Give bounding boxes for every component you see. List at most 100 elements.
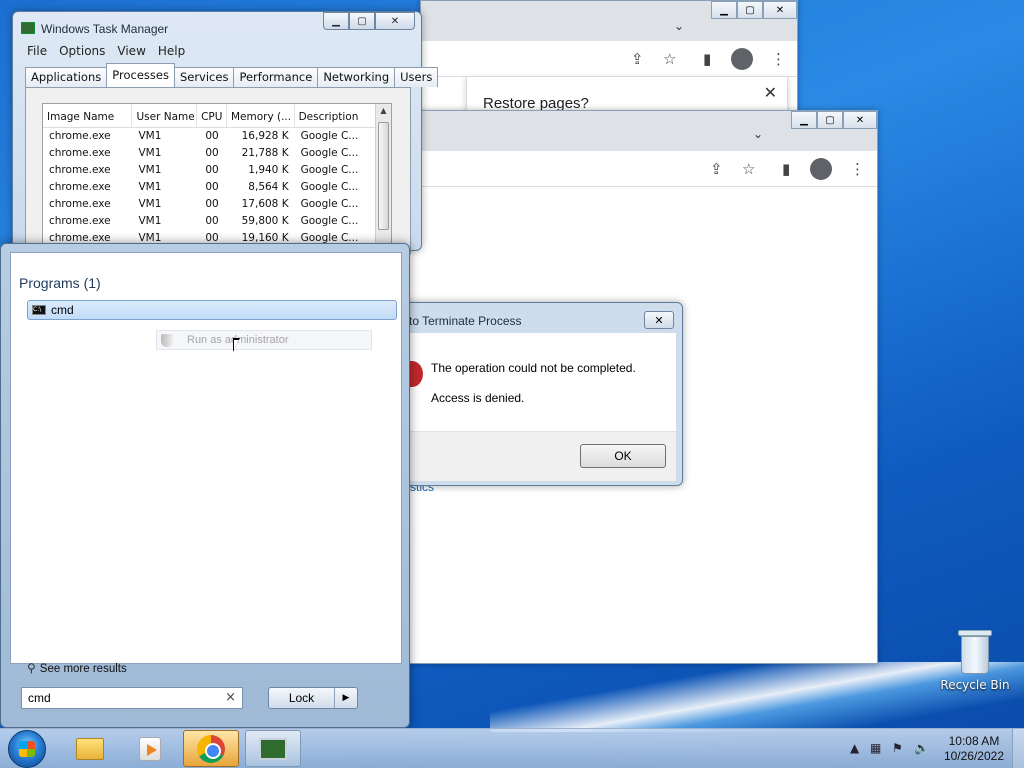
clock-time: 10:08 AM	[948, 734, 1000, 748]
cell-memory: 21,788 K	[241, 147, 289, 159]
share-icon[interactable]: ⇪	[631, 50, 644, 68]
cell-user: VM1	[138, 164, 162, 176]
maximize-button[interactable]: ▢	[349, 12, 375, 30]
bookmark-star-icon[interactable]: ☆	[663, 50, 676, 68]
task-manager-icon	[259, 737, 287, 760]
chrome-menu-icon[interactable]: ⋮	[850, 160, 865, 178]
taskbar-media-player[interactable]	[122, 730, 178, 767]
menu-options[interactable]: Options	[53, 42, 111, 60]
lock-label: Lock	[269, 688, 335, 708]
cell-user: VM1	[138, 198, 162, 210]
tab-search-chevron-icon[interactable]: ⌄	[753, 127, 763, 141]
windows-flag-icon	[19, 741, 35, 757]
start-search-box[interactable]: cmd ×	[21, 687, 243, 709]
menu-file[interactable]: File	[21, 42, 53, 60]
scroll-up-icon[interactable]: ▲	[376, 106, 391, 115]
cell-cpu: 00	[205, 147, 219, 159]
processes-panel: Image Name User Name CPU Memory (... Des…	[25, 87, 411, 254]
col-image-name[interactable]: Image Name	[43, 104, 133, 127]
taskbar-chrome[interactable]	[183, 730, 239, 767]
taskbar: ▲ ▦ ⚑ 🔈 10:08 AM 10/26/2022	[0, 728, 1024, 768]
start-menu: Programs (1) C:\ cmd Run as administrato…	[0, 243, 410, 728]
table-row[interactable]: chrome.exe VM1 00 59,800 K Google C...	[43, 213, 391, 230]
dialog-footer: OK	[403, 431, 676, 481]
close-button[interactable]: ✕	[375, 12, 415, 30]
cell-image: chrome.exe	[49, 181, 111, 193]
tab-networking[interactable]: Networking	[317, 67, 396, 87]
share-icon[interactable]: ⇪	[710, 160, 723, 178]
tab-processes[interactable]: Processes	[106, 63, 175, 87]
tab-services[interactable]: Services	[173, 67, 235, 87]
terminate-process-dialog: to Terminate Process ✕ The operation cou…	[396, 302, 683, 486]
clock[interactable]: 10:08 AM 10/26/2022	[944, 734, 1004, 764]
bookmark-star-icon[interactable]: ☆	[742, 160, 755, 178]
tab-applications[interactable]: Applications	[25, 67, 108, 87]
toolbar: ⇪ ☆ ▮ ⋮	[421, 41, 797, 77]
action-center-flag-icon[interactable]: ⚑	[892, 741, 903, 755]
recycle-bin-label: Recycle Bin	[940, 678, 1010, 692]
maximize-button[interactable]: ▢	[737, 1, 763, 19]
cell-memory: 1,940 K	[248, 164, 289, 176]
start-orb[interactable]	[8, 730, 46, 768]
cell-user: VM1	[138, 181, 162, 193]
side-panel-icon[interactable]: ▮	[782, 160, 790, 178]
clear-search-icon[interactable]: ×	[225, 690, 236, 705]
scroll-thumb[interactable]	[378, 122, 389, 230]
table-row[interactable]: chrome.exe VM1 00 17,608 K Google C...	[43, 196, 391, 213]
show-desktop-button[interactable]	[1012, 729, 1024, 768]
tab-performance[interactable]: Performance	[233, 67, 319, 87]
table-row[interactable]: chrome.exe VM1 00 21,788 K Google C...	[43, 145, 391, 162]
close-button[interactable]: ✕	[843, 111, 877, 129]
start-search-value: cmd	[28, 691, 51, 705]
cmd-icon: C:\	[32, 305, 46, 315]
table-row[interactable]: chrome.exe VM1 00 1,940 K Google C...	[43, 162, 391, 179]
maximize-button[interactable]: ▢	[817, 111, 843, 129]
taskbar-task-manager[interactable]	[245, 730, 301, 767]
cell-memory: 16,928 K	[241, 130, 289, 142]
cell-user: VM1	[138, 215, 162, 227]
recycle-bin[interactable]: Recycle Bin	[940, 630, 1010, 692]
table-row[interactable]: chrome.exe VM1 00 16,928 K Google C...	[43, 128, 391, 145]
cell-image: chrome.exe	[49, 164, 111, 176]
cell-cpu: 00	[205, 181, 219, 193]
show-hidden-icons-icon[interactable]: ▲	[850, 741, 859, 755]
volume-icon[interactable]: 🔈	[914, 741, 929, 755]
task-manager-window: Windows Task Manager ▁ ▢ ✕ File Options …	[12, 11, 439, 254]
task-manager-icon	[21, 22, 35, 34]
cell-cpu: 00	[205, 215, 219, 227]
profile-avatar-icon[interactable]	[731, 47, 753, 70]
ok-button[interactable]: OK	[580, 444, 666, 468]
dialog-title: to Terminate Process	[409, 314, 522, 328]
network-icon[interactable]: ▦	[870, 741, 881, 755]
tab-users[interactable]: Users	[394, 67, 439, 87]
minimize-button[interactable]: ▁	[791, 111, 817, 129]
col-cpu[interactable]: CPU	[197, 104, 227, 127]
programs-group-label: Programs (1)	[19, 275, 101, 291]
close-button[interactable]: ✕	[763, 1, 797, 19]
taskbar-explorer[interactable]	[62, 730, 118, 767]
chrome-menu-icon[interactable]: ⋮	[771, 50, 786, 68]
clock-date: 10/26/2022	[943, 749, 1004, 763]
lock-button[interactable]: Lock ▶	[268, 687, 358, 709]
close-popup-icon[interactable]: ✕	[764, 83, 777, 102]
menu-view[interactable]: View	[111, 42, 151, 60]
minimize-button[interactable]: ▁	[711, 1, 737, 19]
window-title: Windows Task Manager	[41, 22, 169, 36]
side-panel-icon[interactable]: ▮	[703, 50, 711, 68]
col-memory[interactable]: Memory (...	[227, 104, 295, 127]
table-row[interactable]: chrome.exe VM1 00 8,564 K Google C...	[43, 179, 391, 196]
cell-image: chrome.exe	[49, 147, 111, 159]
cell-image: chrome.exe	[49, 215, 111, 227]
see-more-results[interactable]: ⚲ See more results	[27, 661, 127, 675]
profile-avatar-icon[interactable]	[810, 157, 832, 180]
run-as-administrator-item[interactable]: Run as administrator	[156, 330, 372, 350]
tab-search-chevron-icon[interactable]: ⌄	[674, 19, 684, 33]
vertical-scrollbar[interactable]: ▲ ▼	[375, 104, 391, 252]
dialog-close-button[interactable]: ✕	[644, 311, 674, 329]
col-user-name[interactable]: User Name	[132, 104, 198, 127]
tab-bar: Applications Processes Services Performa…	[25, 63, 439, 87]
menu-help[interactable]: Help	[152, 42, 191, 60]
power-options-arrow-icon[interactable]: ▶	[335, 688, 357, 708]
minimize-button[interactable]: ▁	[323, 12, 349, 30]
result-cmd[interactable]: C:\ cmd	[27, 300, 397, 320]
